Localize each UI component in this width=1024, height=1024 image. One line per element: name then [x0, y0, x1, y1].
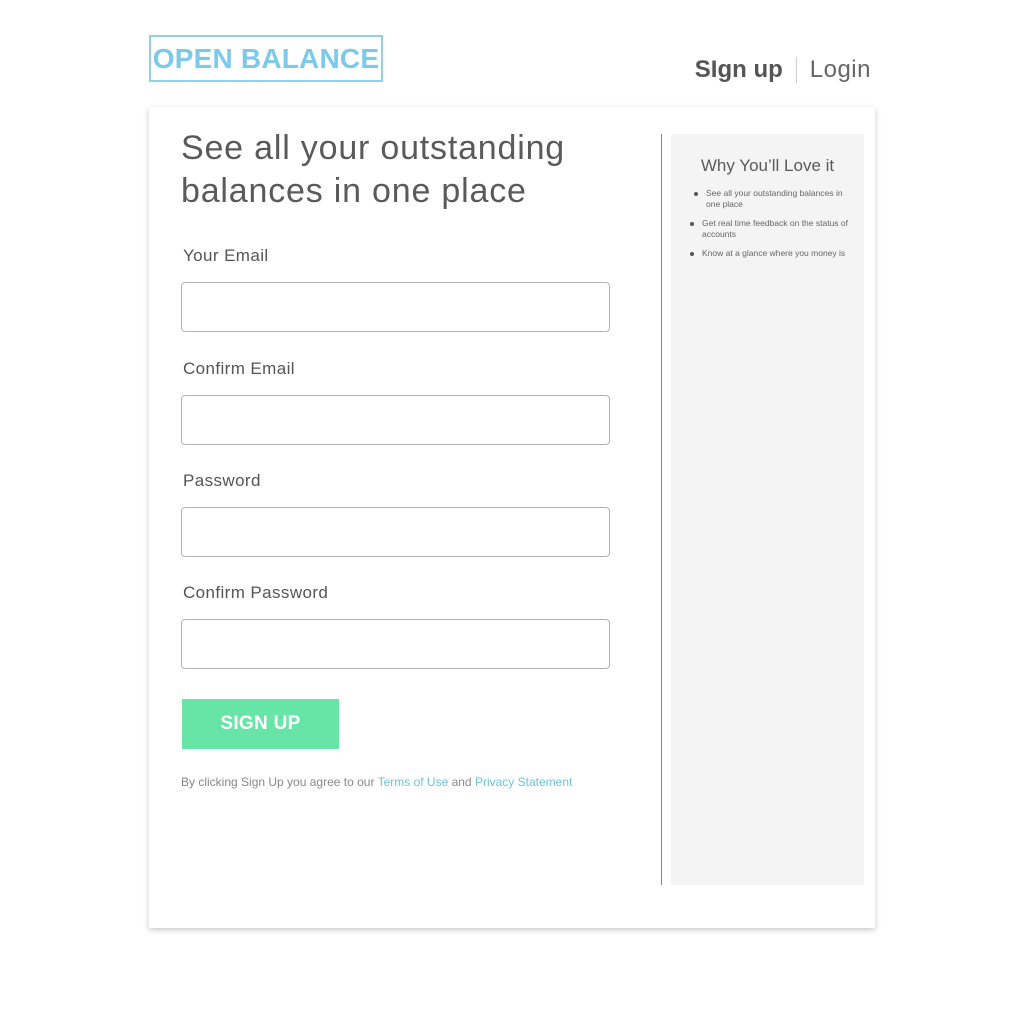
legal-conjunction: and [448, 775, 475, 789]
nav-divider [795, 57, 797, 83]
bullet-icon [694, 192, 698, 196]
terms-of-use-link[interactable]: Terms of Use [378, 775, 449, 789]
benefit-text: See all your outstanding balances in one… [706, 188, 843, 209]
benefit-item: See all your outstanding balances in one… [690, 188, 850, 210]
email-field[interactable] [181, 282, 610, 332]
confirm-email-field[interactable] [181, 395, 610, 445]
privacy-statement-link[interactable]: Privacy Statement [475, 775, 572, 789]
nav-signup-link[interactable]: SIgn up [695, 56, 783, 84]
benefit-item: Get real time feedback on the status of … [690, 218, 850, 240]
benefit-item: Know at a glance where you money is [690, 248, 850, 259]
benefit-text: Know at a glance where you money is [702, 248, 846, 258]
page-title: See all your outstanding balances in one… [181, 129, 566, 210]
confirm-password-label: Confirm Password [183, 583, 329, 602]
benefits-panel: Why You’ll Love it See all your outstand… [671, 134, 864, 885]
signup-page: OPEN BALANCE SIgn up Login See all your … [0, 0, 1024, 1024]
logo[interactable]: OPEN BALANCE [149, 35, 383, 82]
legal-prefix: By clicking Sign Up you agree to our [181, 775, 378, 789]
benefits-title: Why You’ll Love it [700, 156, 835, 175]
confirm-password-field[interactable] [181, 619, 610, 669]
top-nav: SIgn up Login [695, 56, 871, 84]
password-field[interactable] [181, 507, 610, 557]
confirm-email-label: Confirm Email [183, 359, 295, 378]
legal-notice: By clicking Sign Up you agree to our Ter… [181, 775, 572, 789]
benefit-text: Get real time feedback on the status of … [702, 218, 848, 239]
bullet-icon [690, 222, 694, 226]
signup-button[interactable]: SIGN UP [182, 699, 339, 749]
email-label: Your Email [183, 246, 269, 265]
bullet-icon [690, 252, 694, 256]
column-divider [661, 134, 662, 885]
logo-text: OPEN BALANCE [152, 42, 380, 74]
password-label: Password [183, 471, 261, 490]
nav-login-link[interactable]: Login [810, 56, 871, 84]
signup-card: See all your outstanding balances in one… [149, 107, 875, 928]
benefits-list: See all your outstanding balances in one… [690, 188, 850, 267]
